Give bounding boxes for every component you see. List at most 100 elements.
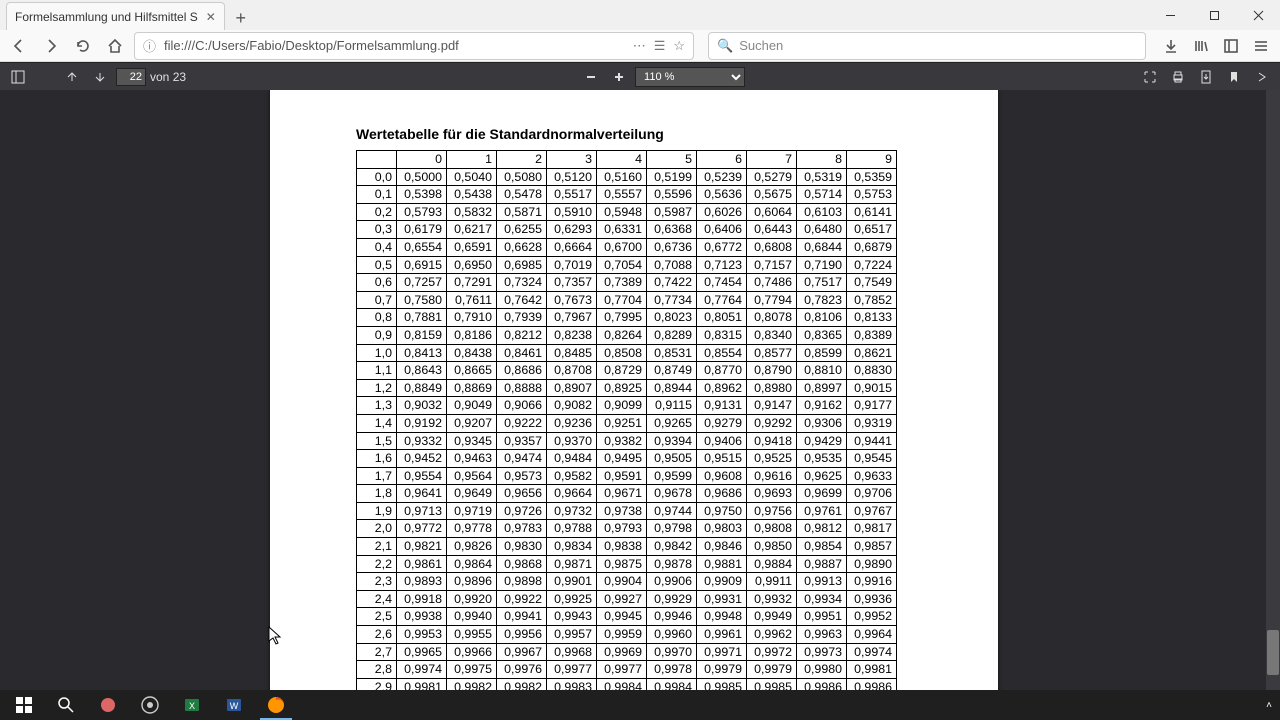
table-cell: 0,9418: [747, 432, 797, 450]
browser-tab[interactable]: Formelsammlung und Hilfsmittel S ✕: [6, 2, 225, 30]
table-cell: 0,9938: [397, 608, 447, 626]
table-cell: 0,9545: [847, 450, 897, 468]
reader-mode-icon[interactable]: ☰: [654, 38, 666, 54]
table-cell: 0,9441: [847, 432, 897, 450]
table-row: 0,20,57930,58320,58710,59100,59480,59870…: [357, 203, 897, 221]
table-cell: 2,2: [357, 555, 397, 573]
tools-button[interactable]: [1250, 66, 1274, 88]
bookmark-star-icon[interactable]: ☆: [673, 38, 685, 54]
table-cell: 0,8438: [447, 344, 497, 362]
table-cell: 0,9406: [697, 432, 747, 450]
table-cell: 0,5596: [647, 186, 697, 204]
forward-button[interactable]: [38, 33, 64, 59]
table-cell: 0,6443: [747, 221, 797, 239]
table-cell: 0,9147: [747, 397, 797, 415]
reload-button[interactable]: [70, 33, 96, 59]
table-cell: 0,7673: [547, 291, 597, 309]
table-cell: 0,9452: [397, 450, 447, 468]
table-cell: 0,9977: [597, 661, 647, 679]
taskbar-app-firefox[interactable]: [256, 690, 296, 720]
window-maximize-button[interactable]: [1192, 0, 1236, 30]
taskbar-app-excel[interactable]: X: [172, 690, 212, 720]
table-cell: 0,9726: [497, 502, 547, 520]
bookmark-button[interactable]: [1222, 66, 1246, 88]
table-cell: 0,9920: [447, 590, 497, 608]
table-cell: 0,7939: [497, 309, 547, 327]
table-cell: 0,9946: [647, 608, 697, 626]
zoom-select[interactable]: 110 %: [635, 67, 745, 87]
home-button[interactable]: [102, 33, 128, 59]
url-text: file:///C:/Users/Fabio/Desktop/Formelsam…: [164, 38, 459, 53]
taskbar-app-word[interactable]: W: [214, 690, 254, 720]
window-titlebar: Formelsammlung und Hilfsmittel S ✕ +: [0, 0, 1280, 30]
presentation-button[interactable]: [1138, 66, 1162, 88]
table-cell: 0,9115: [647, 397, 697, 415]
library-button[interactable]: [1188, 33, 1214, 59]
url-bar[interactable]: ⓘ file:///C:/Users/Fabio/Desktop/Formels…: [134, 32, 694, 60]
taskbar-app-1[interactable]: [88, 690, 128, 720]
next-page-button[interactable]: [88, 66, 112, 88]
table-row: 1,50,93320,93450,93570,93700,93820,93940…: [357, 432, 897, 450]
search-placeholder: Suchen: [739, 38, 783, 53]
table-cell: 0,8413: [397, 344, 447, 362]
download-button[interactable]: [1194, 66, 1218, 88]
start-button[interactable]: [4, 690, 44, 720]
table-cell: 0,9699: [797, 485, 847, 503]
table-cell: 0,6700: [597, 238, 647, 256]
table-cell: 0,9875: [597, 555, 647, 573]
table-cell: 0,5987: [647, 203, 697, 221]
table-cell: 0,6915: [397, 256, 447, 274]
toggle-sidebar-button[interactable]: [6, 66, 30, 88]
table-header-cell: 8: [797, 151, 847, 169]
print-button[interactable]: [1166, 66, 1190, 88]
close-tab-icon[interactable]: ✕: [206, 11, 216, 23]
table-cell: 0,9977: [547, 661, 597, 679]
table-cell: 0,9798: [647, 520, 697, 538]
new-tab-button[interactable]: +: [229, 6, 253, 30]
table-cell: 0,6628: [497, 238, 547, 256]
pdf-viewport[interactable]: Wertetabelle für die Standardnormalverte…: [0, 90, 1280, 720]
table-cell: 0,9564: [447, 467, 497, 485]
table-cell: 0,6736: [647, 238, 697, 256]
zoom-in-button[interactable]: [607, 66, 631, 88]
table-cell: 0,9957: [547, 626, 597, 644]
table-cell: 0,6064: [747, 203, 797, 221]
table-cell: 0,8665: [447, 362, 497, 380]
back-button[interactable]: [6, 33, 32, 59]
taskbar-search-button[interactable]: [46, 690, 86, 720]
sidebar-button[interactable]: [1218, 33, 1244, 59]
site-info-icon[interactable]: ⓘ: [143, 36, 156, 55]
table-cell: 0,9049: [447, 397, 497, 415]
table-cell: 0,9932: [747, 590, 797, 608]
system-tray[interactable]: ˄: [1266, 700, 1276, 711]
prev-page-button[interactable]: [60, 66, 84, 88]
table-cell: 0,9974: [847, 643, 897, 661]
table-cell: 0,9940: [447, 608, 497, 626]
scrollbar-thumb[interactable]: [1267, 630, 1279, 675]
table-cell: 0,9962: [747, 626, 797, 644]
app-menu-button[interactable]: [1248, 33, 1274, 59]
table-cell: 0,7881: [397, 309, 447, 327]
table-cell: 0,9979: [747, 661, 797, 679]
table-cell: 0,9929: [647, 590, 697, 608]
tray-overflow-icon[interactable]: ˄: [1266, 700, 1272, 711]
downloads-button[interactable]: [1158, 33, 1184, 59]
svg-text:X: X: [189, 701, 195, 711]
zoom-out-button[interactable]: [579, 66, 603, 88]
table-cell: 0,9916: [847, 573, 897, 591]
vertical-scrollbar[interactable]: [1266, 90, 1280, 720]
table-cell: 0,5948: [597, 203, 647, 221]
table-row: 1,10,86430,86650,86860,87080,87290,87490…: [357, 362, 897, 380]
page-actions-icon[interactable]: ⋯: [633, 38, 646, 54]
table-cell: 0,7852: [847, 291, 897, 309]
table-cell: 0,8980: [747, 379, 797, 397]
search-bar[interactable]: 🔍 Suchen: [708, 32, 1146, 60]
table-cell: 1,6: [357, 450, 397, 468]
table-cell: 0,9953: [397, 626, 447, 644]
table-row: 2,60,99530,99550,99560,99570,99590,99600…: [357, 626, 897, 644]
window-minimize-button[interactable]: [1148, 0, 1192, 30]
window-close-button[interactable]: [1236, 0, 1280, 30]
taskbar-app-obs[interactable]: [130, 690, 170, 720]
table-cell: 0,9582: [547, 467, 597, 485]
page-number-input[interactable]: [116, 68, 146, 86]
